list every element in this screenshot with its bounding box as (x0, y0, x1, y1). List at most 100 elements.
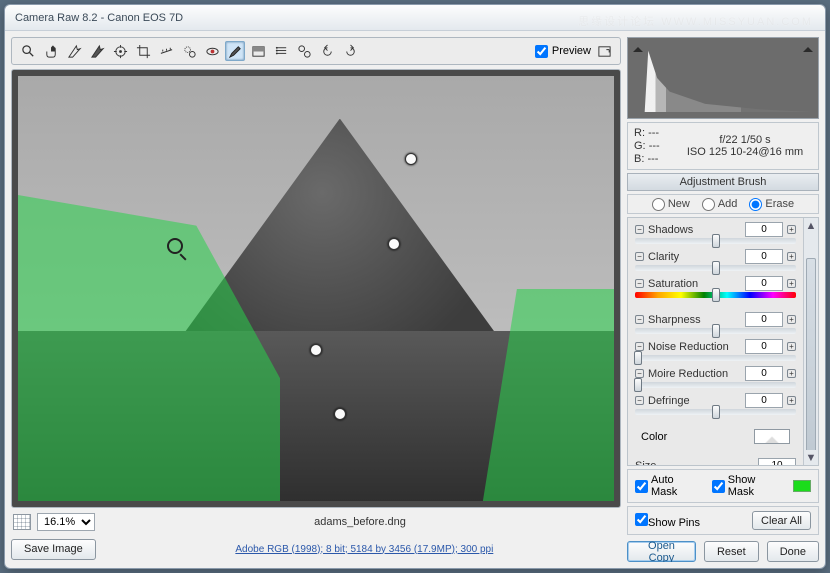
clarity-minus[interactable] (635, 252, 644, 261)
saturation-value[interactable] (745, 276, 783, 291)
clarity-slider[interactable] (635, 265, 796, 271)
right-column: R: --- G: --- B: --- f/22 1/50 s ISO 125… (627, 37, 819, 562)
sharpness-label: Sharpness (648, 314, 741, 326)
camera-raw-window: Camera Raw 8.2 - Canon EOS 7D 思缘设计论坛 WWW… (4, 4, 826, 569)
defringe-plus[interactable] (787, 396, 796, 405)
clarity-plus[interactable] (787, 252, 796, 261)
zoom-tool[interactable] (18, 41, 38, 61)
automask-checkbox[interactable]: Auto Mask (635, 474, 702, 498)
hand-tool[interactable] (41, 41, 61, 61)
target-adjust-tool[interactable] (110, 41, 130, 61)
clear-all-button[interactable]: Clear All (752, 511, 811, 530)
color-sampler-tool[interactable] (87, 41, 107, 61)
white-balance-tool[interactable] (64, 41, 84, 61)
adjustment-pin[interactable] (405, 153, 417, 165)
sliders-scrollbar[interactable]: ▲▼ (803, 218, 818, 465)
pins-row: Show Pins Clear All (627, 506, 819, 535)
color-swatch[interactable] (754, 429, 790, 444)
title-bar[interactable]: Camera Raw 8.2 - Canon EOS 7D (5, 5, 825, 31)
reset-button[interactable]: Reset (704, 541, 759, 562)
noise-slider[interactable] (635, 355, 796, 361)
radial-filter-tool[interactable] (271, 41, 291, 61)
filmstrip-toggle-icon[interactable] (13, 514, 31, 530)
preview-check-input[interactable] (535, 45, 548, 58)
done-button[interactable]: Done (767, 541, 819, 562)
loupe-icon (167, 238, 183, 254)
saturation-label: Saturation (648, 278, 741, 290)
prefs-tool[interactable] (294, 41, 314, 61)
preview-label: Preview (552, 45, 591, 57)
sliders-list: Shadows Clarity Saturation Sharpness Noi… (628, 218, 803, 465)
noise-minus[interactable] (635, 342, 644, 351)
redeye-tool[interactable] (202, 41, 222, 61)
save-image-button[interactable]: Save Image (11, 539, 96, 560)
adjustment-pin[interactable] (310, 344, 322, 356)
histogram[interactable] (627, 37, 819, 119)
open-copy-button[interactable]: Open Copy (627, 541, 696, 562)
sharpness-minus[interactable] (635, 315, 644, 324)
scroll-up-icon[interactable]: ▲ (804, 218, 818, 233)
footer-right: Open Copy Reset Done (627, 538, 819, 562)
zoom-select[interactable]: 16.1% (37, 513, 95, 531)
scroll-down-icon[interactable]: ▼ (804, 450, 818, 465)
moire-minus[interactable] (635, 369, 644, 378)
showmask-checkbox[interactable]: Show Mask (712, 474, 784, 498)
scroll-thumb[interactable] (806, 258, 816, 458)
content-area: Preview 16.1% (5, 31, 825, 568)
shadows-plus[interactable] (787, 225, 796, 234)
shadows-label: Shadows (648, 224, 741, 236)
panel-title: Adjustment Brush (627, 173, 819, 191)
defringe-minus[interactable] (635, 396, 644, 405)
saturation-plus[interactable] (787, 279, 796, 288)
preview-canvas[interactable] (18, 76, 614, 501)
moire-plus[interactable] (787, 369, 796, 378)
b-label: B: (634, 153, 644, 165)
sharpness-value[interactable] (745, 312, 783, 327)
highlight-clip-icon[interactable] (803, 42, 813, 52)
saturation-minus[interactable] (635, 279, 644, 288)
preview-checkbox[interactable]: Preview (535, 45, 591, 58)
fullscreen-toggle[interactable] (594, 41, 614, 61)
shadows-value[interactable] (745, 222, 783, 237)
showpins-checkbox[interactable]: Show Pins (635, 513, 700, 529)
zoom-bar: 16.1% adams_before.dng (11, 512, 621, 532)
defringe-slider[interactable] (635, 409, 796, 415)
moire-slider[interactable] (635, 382, 796, 388)
r-label: R: (634, 127, 645, 139)
rotate-ccw-tool[interactable] (317, 41, 337, 61)
noise-plus[interactable] (787, 342, 796, 351)
preview-area[interactable] (11, 69, 621, 508)
saturation-slider[interactable] (635, 292, 796, 298)
clarity-value[interactable] (745, 249, 783, 264)
adjustment-pin[interactable] (334, 408, 346, 420)
mode-new[interactable]: New (652, 198, 690, 211)
meta-exposure: f/22 1/50 s (719, 134, 770, 146)
straighten-tool[interactable] (156, 41, 176, 61)
sharpness-slider[interactable] (635, 328, 796, 334)
mask-options: Auto Mask Show Mask (627, 469, 819, 503)
shadows-minus[interactable] (635, 225, 644, 234)
mask-color-swatch[interactable] (793, 480, 811, 492)
shadows-slider[interactable] (635, 238, 796, 244)
sharpness-plus[interactable] (787, 315, 796, 324)
size-value[interactable] (758, 458, 796, 466)
adjustment-brush-tool[interactable] (225, 41, 245, 61)
window-title: Camera Raw 8.2 - Canon EOS 7D (15, 12, 183, 24)
defringe-value[interactable] (745, 393, 783, 408)
crop-tool[interactable] (133, 41, 153, 61)
sliders-scroll: Shadows Clarity Saturation Sharpness Noi… (627, 217, 819, 466)
save-image-label: Save Image (24, 543, 83, 555)
moire-value[interactable] (745, 366, 783, 381)
mode-erase[interactable]: Erase (749, 198, 794, 211)
mode-add[interactable]: Add (702, 198, 738, 211)
color-label: Color (641, 431, 748, 443)
rotate-cw-tool[interactable] (340, 41, 360, 61)
adjustment-pin[interactable] (388, 238, 400, 250)
brush-mode-bar: New Add Erase (627, 194, 819, 214)
spot-removal-tool[interactable] (179, 41, 199, 61)
shadow-clip-icon[interactable] (633, 42, 643, 52)
noise-value[interactable] (745, 339, 783, 354)
clarity-label: Clarity (648, 251, 741, 263)
workflow-options-link[interactable]: Adobe RGB (1998); 8 bit; 5184 by 3456 (1… (108, 544, 621, 555)
graduated-filter-tool[interactable] (248, 41, 268, 61)
